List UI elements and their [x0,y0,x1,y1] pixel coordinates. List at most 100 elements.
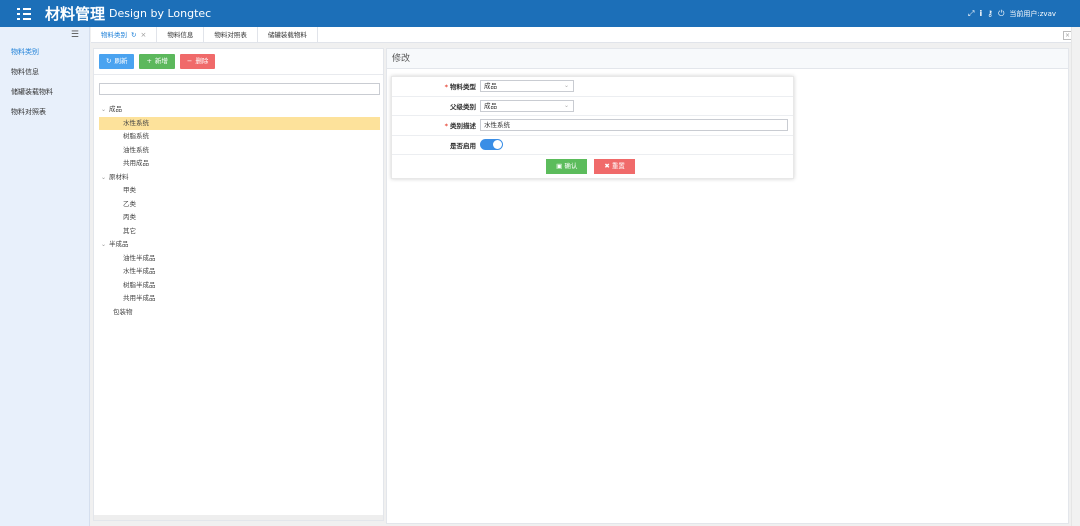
description-input[interactable]: 水性系统 [480,119,788,132]
tree-node-label: 甲类 [123,186,136,194]
category-tree-panel: ↻ 刷新 + 新增 − 删除 ⌄ 成品 水性系统 树脂系统 油性系统 共用成品 ⌄… [93,48,384,521]
parent-category-label: 父级类别 [450,102,476,111]
form-row-material-type: * 物料类型 成品 ⌄ [392,77,793,97]
confirm-button[interactable]: ▣ 确认 [546,158,588,174]
info-icon[interactable]: i [979,9,982,18]
select-value: 成品 [484,82,497,91]
label-text: 物料类型 [450,83,476,92]
panel-title: 修改 [387,49,1068,69]
tree-node-label: 原材料 [109,172,129,181]
tree-node-resin-semi[interactable]: 树脂半成品 [99,279,380,293]
refresh-icon[interactable]: ↻ [131,27,136,43]
parent-category-select[interactable]: 成品 ⌄ [480,99,574,112]
enabled-label: 是否启用 [450,141,476,150]
material-type-label: * 物料类型 [392,81,480,91]
tree-node-class-c[interactable]: 丙类 [99,211,380,225]
tree-node-oil-system[interactable]: 油性系统 [99,144,380,158]
tree-search-input[interactable] [99,83,380,95]
header-actions: ⤢ i ⚷ ⏻ 当前用户:zvav [968,0,1056,27]
horizontal-scrollbar[interactable] [94,515,383,520]
tree-node-label: 树脂系统 [123,132,149,140]
tab-bar: 物料类别 ↻ × 物料信息 物料对照表 储罐装载物料 × [91,27,1080,43]
select-value: 成品 [484,101,497,110]
tab-tank-material[interactable]: 储罐装载物料 [258,27,318,43]
tree-node-shared-semi[interactable]: 共用半成品 [99,292,380,306]
app-subtitle: Design by Longtec [109,7,212,20]
vertical-scrollbar[interactable] [1071,27,1080,526]
tree-node-label: 水性半成品 [123,267,156,275]
tree-node-label: 油性半成品 [123,253,156,262]
sidebar: ☰ 物料类别 物料信息 储罐装载物料 物料对照表 [0,27,90,526]
menu-icon[interactable] [17,7,31,20]
tree-node-resin-system[interactable]: 树脂系统 [99,130,380,144]
form-row-parent-category: 父级类别 成品 ⌄ [392,97,793,116]
chevron-down-icon: ⌄ [563,82,569,90]
tab-material-info[interactable]: 物料信息 [157,27,205,43]
tree-node-label: 包装物 [113,307,133,316]
tree-node-label: 丙类 [123,213,136,221]
tab-material-mapping[interactable]: 物料对照表 [204,27,258,43]
enabled-toggle[interactable] [480,139,503,151]
tree-node-other[interactable]: 其它 [99,225,380,239]
tree-node-raw-material[interactable]: ⌄ 原材料 [99,171,380,185]
reset-label: 重置 [611,161,625,170]
sidebar-item-material-category[interactable]: 物料类别 [0,42,89,62]
label-text: 类别描述 [450,122,476,131]
expand-icon[interactable]: ⤢ [968,9,974,19]
tree-node-oil-semi[interactable]: 油性半成品 [99,252,380,266]
tree-node-water-system[interactable]: 水性系统 [99,116,380,130]
refresh-label: 刷新 [114,57,128,65]
chevron-down-icon[interactable]: ⌄ [101,238,109,252]
tree-node-label: 水性系统 [123,118,149,127]
tree-node-semi-finished[interactable]: ⌄ 半成品 [99,238,380,252]
chevron-down-icon[interactable]: ⌄ [101,103,109,117]
list-icon[interactable]: ☰ [0,27,89,42]
tab-label: 物料对照表 [214,31,247,39]
tree-node-label: 半成品 [109,240,129,248]
tree-node-label: 油性系统 [123,145,149,154]
delete-button[interactable]: − 删除 [179,54,216,69]
tree-node-water-semi[interactable]: 水性半成品 [99,265,380,279]
tree-node-shared-finished[interactable]: 共用成品 [99,157,380,171]
tree-node-label: 共用成品 [123,159,149,167]
minus-icon: − [186,57,193,65]
tree-node-label: 树脂半成品 [123,280,156,289]
category-tree: ⌄ 成品 水性系统 树脂系统 油性系统 共用成品 ⌄ 原材料 甲类 乙类 丙类 其它… [99,103,380,319]
sidebar-item-material-mapping[interactable]: 物料对照表 [0,102,89,122]
edit-panel: 修改 * 物料类型 成品 ⌄ 父级类别 成品 ⌄ * 类别描述 水性系统 是否启用 ▣ … [386,48,1069,524]
app-header: 材料管理 Design by Longtec ⤢ i ⚷ ⏻ 当前用户:zvav [0,0,1080,27]
sidebar-item-material-info[interactable]: 物料信息 [0,62,89,82]
app-title: 材料管理 [45,5,106,23]
chevron-down-icon[interactable]: ⌄ [101,171,109,185]
key-icon[interactable]: ⚷ [987,9,993,18]
add-label: 新增 [154,57,168,65]
toggle-knob [493,140,502,150]
close-icon[interactable]: × [140,27,146,43]
tree-node-label: 共用半成品 [123,294,156,302]
form-row-description: * 类别描述 水性系统 [392,116,793,136]
sidebar-item-tank-material[interactable]: 储罐装载物料 [0,82,89,102]
x-icon: ✖ [604,161,612,170]
add-button[interactable]: + 新增 [139,54,175,69]
refresh-icon: ↻ [106,57,112,65]
delete-label: 删除 [195,57,209,65]
tree-node-finished[interactable]: ⌄ 成品 [99,103,380,117]
edit-form: * 物料类型 成品 ⌄ 父级类别 成品 ⌄ * 类别描述 水性系统 是否启用 ▣ 确认 … [391,76,794,179]
required-mark: * [444,83,448,92]
tree-toolbar: ↻ 刷新 + 新增 − 删除 [94,49,383,75]
plus-icon: + [146,57,152,65]
tab-label: 物料类别 [101,31,127,39]
tab-label: 物料信息 [167,31,194,39]
tab-label: 储罐装载物料 [267,31,307,39]
material-type-select[interactable]: 成品 ⌄ [480,80,574,93]
tree-node-class-a[interactable]: 甲类 [99,184,380,198]
power-icon[interactable]: ⏻ [998,9,1004,19]
current-user[interactable]: 当前用户:zvav [1009,9,1056,19]
tree-node-packaging[interactable]: 包装物 [99,306,380,320]
reset-button[interactable]: ✖ 重置 [594,158,635,174]
tree-node-class-b[interactable]: 乙类 [99,198,380,212]
tab-material-category[interactable]: 物料类别 ↻ × [91,27,158,43]
form-row-enabled: 是否启用 [392,136,793,155]
tree-node-label: 其它 [123,226,136,235]
refresh-button[interactable]: ↻ 刷新 [99,54,135,69]
